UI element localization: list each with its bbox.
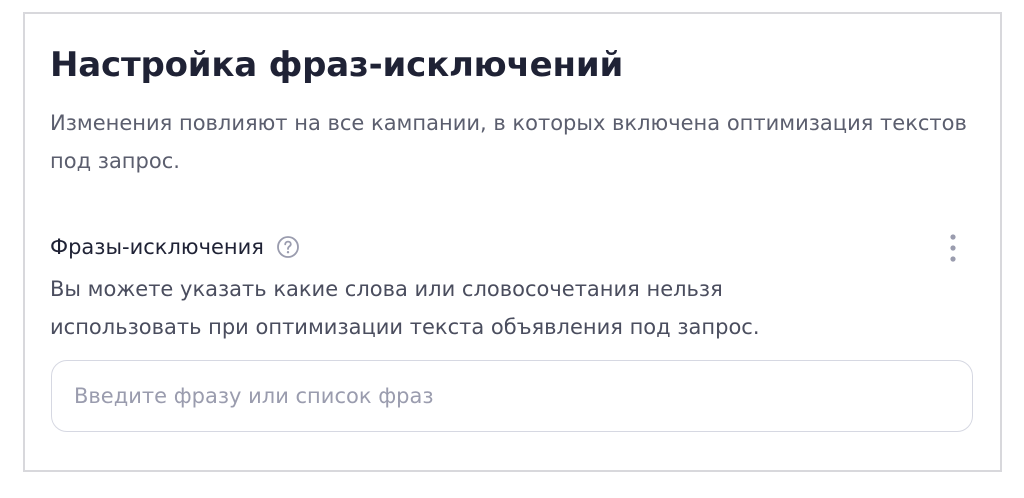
exclusions-field-header: Фразы-исключения [50, 230, 300, 264]
phrase-input[interactable] [74, 361, 944, 430]
vertical-ellipsis-icon[interactable] [943, 232, 963, 264]
exclusions-field-description: Вы можете указать какие слова или словос… [50, 277, 760, 339]
phrase-input-container[interactable] [51, 360, 973, 432]
panel-title: Настройка фраз-исключений [50, 45, 624, 85]
panel-subtitle: Изменения повлияют на все кампании, в ко… [50, 111, 967, 173]
question-circle-icon[interactable] [276, 235, 300, 259]
exclusions-field-label: Фразы-исключения [50, 235, 264, 259]
phrase-exclusions-panel: Настройка фраз-исключений Изменения повл… [23, 12, 1002, 472]
